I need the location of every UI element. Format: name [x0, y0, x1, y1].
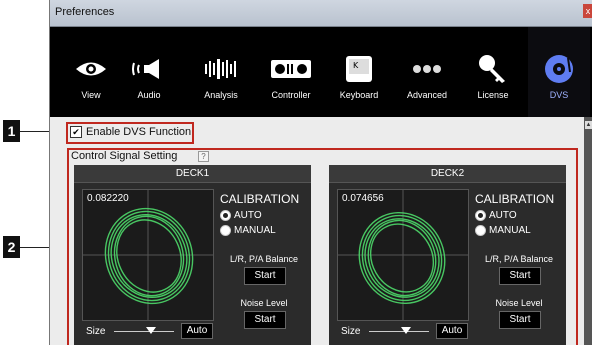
- tab-audio[interactable]: Audio: [118, 27, 180, 117]
- callout-box-2: [67, 148, 578, 345]
- scroll-up-icon[interactable]: ▲: [585, 121, 592, 129]
- tab-keyboard-label: Keyboard: [339, 90, 379, 100]
- tab-analysis[interactable]: Analysis: [190, 27, 252, 117]
- tab-dvs-label: DVS: [549, 90, 569, 100]
- keyboard-icon: K: [328, 51, 390, 87]
- tab-license[interactable]: License: [462, 27, 524, 117]
- controller-icon: [260, 51, 322, 87]
- tab-audio-label: Audio: [137, 90, 161, 100]
- tab-dvs[interactable]: DVS: [528, 27, 590, 117]
- callout-marker-2: 2: [3, 236, 20, 258]
- preferences-window: Preferences x View Audio Analysis Contro…: [49, 0, 592, 345]
- key-icon: [462, 51, 524, 87]
- vertical-scrollbar[interactable]: ▲: [584, 117, 592, 345]
- tab-controller[interactable]: Controller: [260, 27, 322, 117]
- callout-marker-1: 1: [3, 120, 20, 142]
- tab-keyboard[interactable]: K Keyboard: [328, 27, 390, 117]
- preferences-toolbar: View Audio Analysis Controller K Keyboar…: [50, 27, 592, 117]
- tab-advanced-label: Advanced: [406, 90, 448, 100]
- tab-license-label: License: [477, 90, 509, 100]
- waveform-icon: [190, 51, 252, 87]
- close-button[interactable]: x: [583, 4, 592, 18]
- tab-view[interactable]: View: [60, 27, 122, 117]
- dots-icon: [396, 51, 458, 87]
- svg-text:K: K: [353, 61, 359, 70]
- tab-advanced[interactable]: Advanced: [396, 27, 458, 117]
- callout-box-1: [66, 122, 194, 144]
- title-bar: Preferences x: [50, 0, 592, 27]
- eye-icon: [60, 51, 122, 87]
- vinyl-icon: [528, 51, 590, 87]
- speaker-icon: [118, 51, 180, 87]
- tab-analysis-label: Analysis: [204, 90, 238, 100]
- window-title: Preferences: [55, 6, 115, 18]
- tab-controller-label: Controller: [271, 90, 311, 100]
- tab-view-label: View: [81, 90, 101, 100]
